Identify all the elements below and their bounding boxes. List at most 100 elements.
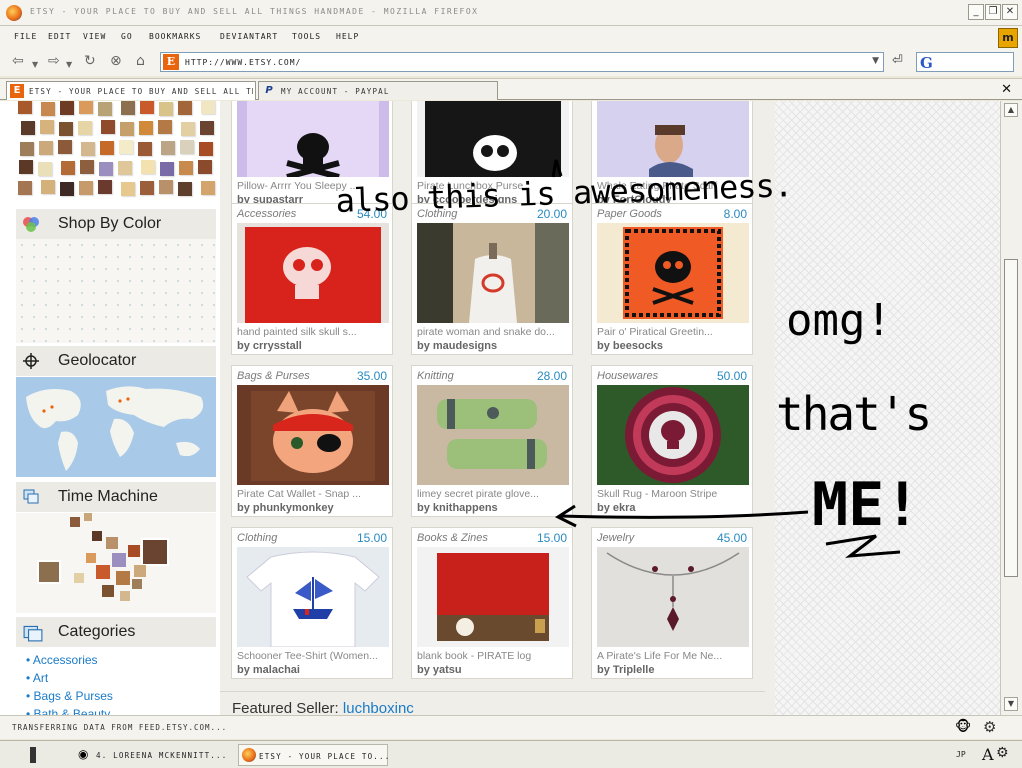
close-tab-icon[interactable]: ✕ (1001, 82, 1012, 97)
listing-title[interactable]: A Pirate's Life For Me Ne... (597, 650, 749, 662)
listing-title[interactable]: Whale Eating Pirate Scarf (597, 180, 749, 192)
taskbar-item-firefox[interactable]: ETSY - YOUR PLACE TO... (238, 744, 389, 766)
listing-title[interactable]: Pirate Lunchbox Purse (417, 180, 569, 192)
listing-card[interactable]: Paper Goods 8.00 Pair o' Piratical Greet… (591, 203, 753, 355)
color-swatch[interactable] (180, 140, 194, 154)
color-swatch[interactable] (61, 161, 75, 175)
vertical-scrollbar[interactable]: ▲ ▼ (1000, 101, 1022, 715)
color-swatch[interactable] (161, 141, 175, 155)
category-link-bags-purses[interactable]: • Bags & Purses (26, 687, 113, 705)
color-swatch[interactable] (179, 161, 193, 175)
color-swatch[interactable] (120, 122, 134, 136)
listing-title[interactable]: Pillow- Arrrr You Sleepy ... (237, 180, 389, 192)
color-swatch[interactable] (121, 101, 135, 115)
listing-seller[interactable]: by ekra (597, 502, 636, 514)
listing-seller[interactable]: by phunkymonkey (237, 502, 334, 514)
listing-category[interactable]: Clothing (417, 208, 457, 220)
listing-image[interactable] (597, 385, 749, 485)
color-swatch[interactable] (201, 101, 215, 114)
color-swatch[interactable] (159, 102, 173, 116)
listing-title[interactable]: blank book - PIRATE log (417, 650, 569, 662)
listing-category[interactable]: Books & Zines (417, 532, 488, 544)
menu-help[interactable]: HELP (336, 32, 359, 41)
listing-card[interactable]: Housewares 50.00 Skull Rug - Maroon Stri… (591, 365, 753, 517)
color-swatch[interactable] (18, 181, 32, 195)
search-engine-icon[interactable]: G (920, 54, 933, 72)
color-swatch[interactable] (198, 160, 212, 174)
listing-category[interactable]: Jewelry (597, 532, 634, 544)
color-swatch[interactable] (99, 162, 113, 176)
listing-image[interactable] (237, 385, 389, 485)
listing-title[interactable]: Skull Rug - Maroon Stripe (597, 488, 749, 500)
color-swatch[interactable] (138, 142, 152, 156)
listing-category[interactable]: Paper Goods (597, 208, 662, 220)
listing-category[interactable]: Knitting (417, 370, 454, 382)
listing-title[interactable]: pirate woman and snake do... (417, 326, 569, 338)
listing-card[interactable]: Bags & Purses 35.00 Pirate Cat Wallet - … (231, 365, 393, 517)
color-swatch[interactable] (58, 140, 72, 154)
color-swatch[interactable] (199, 142, 213, 156)
listing-title[interactable]: Schooner Tee-Shirt (Women... (237, 650, 389, 662)
listing-card[interactable]: Knitting 28.00 limey secret pirate glove… (411, 365, 573, 517)
listing-category[interactable]: Accessories (237, 208, 296, 220)
listing-seller[interactable]: by knithappens (417, 502, 498, 514)
listing-seller[interactable]: by yatsu (417, 664, 462, 676)
category-link-bath-beauty[interactable]: • Bath & Beauty (26, 705, 113, 715)
ime-indicator[interactable]: A (982, 745, 994, 764)
menu-file[interactable]: FILE (14, 32, 37, 41)
close-window-button[interactable]: ✕ (1002, 4, 1018, 20)
color-swatch[interactable] (19, 160, 33, 174)
reload-icon[interactable]: ↻ (84, 53, 96, 69)
color-swatch[interactable] (178, 101, 192, 115)
listing-image[interactable] (237, 547, 389, 647)
color-swatch[interactable] (98, 102, 112, 116)
color-swatch[interactable] (39, 141, 53, 155)
listing-image[interactable] (417, 385, 569, 485)
color-swatch[interactable] (60, 182, 74, 196)
color-swatch[interactable] (119, 140, 133, 154)
url-text[interactable]: HTTP://WWW.ETSY.COM/ (185, 58, 301, 67)
listing-card[interactable]: Whale Eating Pirate Scarf by FortCloudy (591, 101, 753, 209)
featured-seller-link[interactable]: luchboxinc (343, 700, 414, 715)
geolocator-header[interactable]: Geolocator (16, 346, 216, 376)
listing-image[interactable] (417, 223, 569, 323)
stop-icon[interactable]: ⊗ (110, 53, 122, 69)
menu-go[interactable]: GO (121, 32, 133, 41)
color-swatch[interactable] (20, 142, 34, 156)
listing-card[interactable]: Pirate Lunchbox Purse by ccooperdesigns (411, 101, 573, 209)
listing-card[interactable]: Pillow- Arrrr You Sleepy ... by supastar… (231, 101, 393, 209)
listing-card[interactable]: Clothing 15.00 Schooner Tee-Shirt (Women… (231, 527, 393, 679)
listing-image[interactable] (417, 547, 569, 647)
color-swatches[interactable] (10, 101, 218, 205)
color-swatch[interactable] (98, 180, 112, 194)
color-swatch[interactable] (140, 181, 154, 195)
listing-seller[interactable]: by beesocks (597, 340, 663, 352)
listing-seller[interactable]: by malachai (237, 664, 300, 676)
scroll-thumb[interactable] (1004, 259, 1018, 577)
listing-image[interactable] (597, 547, 749, 647)
back-icon[interactable]: ⇦ (12, 53, 24, 69)
time-machine-preview[interactable] (16, 513, 216, 613)
listing-title[interactable]: Pair o' Piratical Greetin... (597, 326, 749, 338)
color-swatch[interactable] (79, 101, 93, 114)
color-swatch[interactable] (160, 162, 174, 176)
color-swatch[interactable] (41, 180, 55, 194)
color-swatch[interactable] (78, 121, 92, 135)
listing-card[interactable]: Jewelry 45.00 A Pirate's Life For Me Ne.… (591, 527, 753, 679)
color-swatch[interactable] (141, 160, 155, 174)
listing-title[interactable]: hand painted silk skull s... (237, 326, 389, 338)
color-swatch[interactable] (139, 121, 153, 135)
language-indicator[interactable]: JP (956, 750, 966, 759)
time-machine-header[interactable]: Time Machine (16, 482, 216, 512)
listing-image[interactable] (597, 101, 749, 177)
color-swatch[interactable] (181, 122, 195, 136)
listing-image[interactable] (237, 101, 389, 177)
listing-category[interactable]: Housewares (597, 370, 658, 382)
listing-category[interactable]: Bags & Purses (237, 370, 310, 382)
color-swatch[interactable] (118, 161, 132, 175)
scroll-down-icon[interactable]: ▼ (1004, 697, 1018, 711)
listing-category[interactable]: Clothing (237, 532, 277, 544)
scroll-up-icon[interactable]: ▲ (1004, 103, 1018, 117)
listing-card[interactable]: Books & Zines 15.00 blank book - PIRATE … (411, 527, 573, 679)
monkey-extension-icon[interactable]: 🐵 (955, 719, 971, 735)
